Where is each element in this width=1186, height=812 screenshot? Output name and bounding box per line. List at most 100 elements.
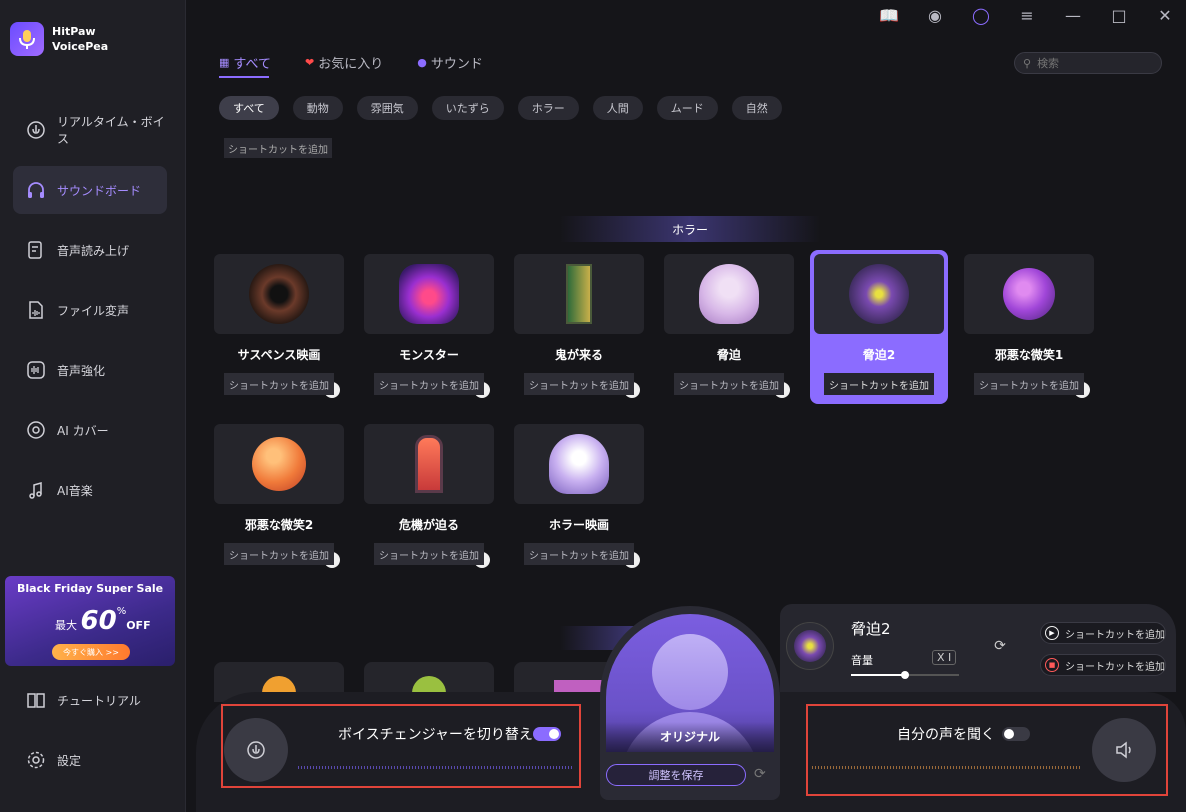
- menu-icon[interactable]: ≡: [1016, 4, 1038, 26]
- tab-favorites[interactable]: ❤ お気に入り: [305, 53, 383, 72]
- promo-discount: 最大 60%OFF: [55, 606, 151, 636]
- sidebar-item-label: チュートリアル: [57, 693, 141, 708]
- grid-icon: ▦: [219, 56, 230, 69]
- volume-slider-fill: [851, 674, 905, 676]
- sound-card[interactable]: ↓ ホラー映画 ショートカットを追加: [514, 424, 644, 572]
- book-icon: [27, 693, 45, 708]
- volume-label: 音量: [851, 654, 873, 667]
- highlight-listen: [806, 704, 1168, 796]
- sound-name: 邪悪な微笑2: [244, 518, 314, 532]
- filter-chip-animal[interactable]: 動物: [292, 96, 343, 120]
- volume-value: Ⅹ Ⅰ: [932, 650, 957, 665]
- add-shortcut-button[interactable]: ショートカットを追加: [224, 543, 334, 565]
- app-name-line1: HitPaw: [52, 25, 96, 38]
- promo-buy-button[interactable]: 今すぐ購入 >>: [52, 644, 130, 660]
- minimize-icon[interactable]: —: [1062, 4, 1084, 26]
- sound-name: 脅迫2: [862, 348, 896, 362]
- app-name-line2: VoicePea: [52, 40, 109, 53]
- sound-card[interactable]: ↓ モンスター ショートカットを追加: [364, 254, 494, 402]
- filter-chip-human[interactable]: 人間: [592, 96, 643, 120]
- sidebar-item-soundboard[interactable]: サウンドボード: [13, 166, 167, 214]
- filter-chip-horror[interactable]: ホラー: [517, 96, 579, 120]
- sidebar-item-file-voice[interactable]: ファイル変声: [13, 286, 167, 334]
- sound-name: 鬼が来る: [554, 348, 603, 362]
- add-shortcut-button[interactable]: ショートカットを追加: [374, 373, 484, 395]
- promo-banner[interactable]: Black Friday Super Sale 最大 60%OFF 今すぐ購入 …: [5, 576, 175, 666]
- sound-card[interactable]: ↓ 危機が迫る ショートカットを追加: [364, 424, 494, 572]
- sidebar-item-enhance[interactable]: 音声強化: [13, 346, 167, 394]
- maximize-icon[interactable]: □: [1108, 4, 1130, 26]
- sidebar-item-tutorial[interactable]: チュートリアル: [13, 676, 167, 724]
- manual-book-icon[interactable]: 📖: [878, 4, 900, 26]
- sidebar-item-tts[interactable]: 音声読み上げ: [13, 226, 167, 274]
- sidebar-item-label: AI カバー: [57, 423, 109, 438]
- sound-card[interactable]: ↓ 脅迫 ショートカットを追加: [664, 254, 794, 402]
- filter-chip-prank[interactable]: いたずら: [431, 96, 504, 120]
- sidebar-item-settings[interactable]: 設定: [13, 736, 167, 784]
- sound-card[interactable]: ↓ 邪悪な微笑1 ショートカットを追加: [964, 254, 1094, 402]
- mic-icon: ●: [417, 56, 427, 69]
- sound-name: ホラー映画: [548, 518, 609, 532]
- add-shortcut-button[interactable]: ショートカットを追加: [524, 373, 634, 395]
- discord-icon[interactable]: ◉: [924, 4, 946, 26]
- filter-chip-all[interactable]: すべて: [219, 96, 279, 120]
- now-playing-title: 脅迫2: [851, 620, 891, 638]
- tab-sound[interactable]: ● サウンド: [417, 53, 483, 72]
- sound-thumbnail: [364, 254, 494, 334]
- sound-thumbnail: [214, 424, 344, 504]
- stop-icon: ■: [1045, 658, 1059, 672]
- play-shortcut-button[interactable]: ▶ ショートカットを追加: [1040, 622, 1166, 644]
- sound-card[interactable]: ↓ サスペンス映画 ショートカットを追加: [214, 254, 344, 402]
- app-logo: HitPaw VoicePea: [10, 22, 108, 56]
- sidebar-item-label: リアルタイム・ボイス: [57, 115, 165, 146]
- add-shortcut-button[interactable]: ショートカットを追加: [974, 373, 1084, 395]
- reset-icon[interactable]: ⟳: [754, 766, 766, 782]
- stop-shortcut-button[interactable]: ■ ショートカットを追加: [1040, 654, 1166, 676]
- realtime-voice-icon: [27, 121, 45, 139]
- sound-thumbnail: [514, 254, 644, 334]
- loop-icon[interactable]: ⟳: [988, 636, 1012, 656]
- sidebar-item-label: 設定: [57, 753, 82, 768]
- sidebar-item-realtime-voice[interactable]: リアルタイム・ボイス: [13, 106, 167, 154]
- sound-name: 危機が迫る: [398, 518, 459, 532]
- add-shortcut-button[interactable]: ショートカットを追加: [224, 373, 334, 395]
- headphones-icon: [28, 182, 44, 198]
- sidebar-item-label: 音声強化: [57, 363, 106, 378]
- add-shortcut-button[interactable]: ショートカットを追加: [674, 373, 784, 395]
- close-icon[interactable]: ✕: [1154, 4, 1176, 26]
- search-input[interactable]: [1037, 56, 1148, 70]
- sidebar-item-ai-cover[interactable]: AI カバー: [13, 406, 167, 454]
- add-shortcut-button[interactable]: ショートカットを追加: [374, 543, 484, 565]
- search-icon: ⚲: [1023, 56, 1032, 70]
- filter-chip-atmosphere[interactable]: 雰囲気: [356, 96, 418, 120]
- add-shortcut-button[interactable]: ショートカットを追加: [824, 373, 934, 395]
- original-voice-label: オリジナル: [659, 730, 720, 744]
- logo-icon: [10, 22, 44, 56]
- sidebar-item-label: AI音楽: [57, 483, 93, 498]
- tab-underline: [219, 76, 269, 78]
- sound-thumbnail: [814, 254, 944, 334]
- sidebar: HitPaw VoicePea リアルタイム・ボイス サウンドボード 音声読み上…: [0, 0, 186, 812]
- tts-icon: [28, 241, 42, 259]
- volume-slider-handle[interactable]: [901, 671, 909, 679]
- filter-chips: すべて 動物 雰囲気 いたずら ホラー 人間 ムード 自然: [219, 96, 782, 120]
- sound-card[interactable]: ↓ 邪悪な微笑2 ショートカットを追加: [214, 424, 344, 572]
- sound-card[interactable]: ↓ 鬼が来る ショートカットを追加: [514, 254, 644, 402]
- sound-name: サスペンス映画: [237, 348, 321, 362]
- user-account-icon[interactable]: ◯: [970, 4, 992, 26]
- sidebar-item-label: ファイル変声: [57, 303, 130, 318]
- sound-card-selected[interactable]: 脅迫2 ショートカットを追加: [810, 250, 948, 404]
- add-shortcut-button[interactable]: ショートカットを追加: [524, 543, 634, 565]
- heart-icon: ❤: [304, 56, 315, 69]
- search-box[interactable]: ⚲: [1014, 52, 1162, 74]
- tab-all[interactable]: ▦ すべて: [219, 53, 271, 72]
- add-shortcut-button[interactable]: ショートカットを追加: [224, 138, 332, 158]
- now-playing-panel: [780, 604, 1176, 692]
- sound-thumbnail: [514, 424, 644, 504]
- save-adjustment-button[interactable]: 調整を保存: [606, 764, 746, 786]
- sound-thumbnail: [664, 254, 794, 334]
- filter-chip-mood[interactable]: ムード: [656, 96, 718, 120]
- sidebar-item-ai-music[interactable]: AI音楽: [13, 466, 167, 514]
- category-tabs: ▦ すべて ❤ お気に入り ● サウンド: [219, 53, 483, 72]
- filter-chip-nature[interactable]: 自然: [731, 96, 782, 120]
